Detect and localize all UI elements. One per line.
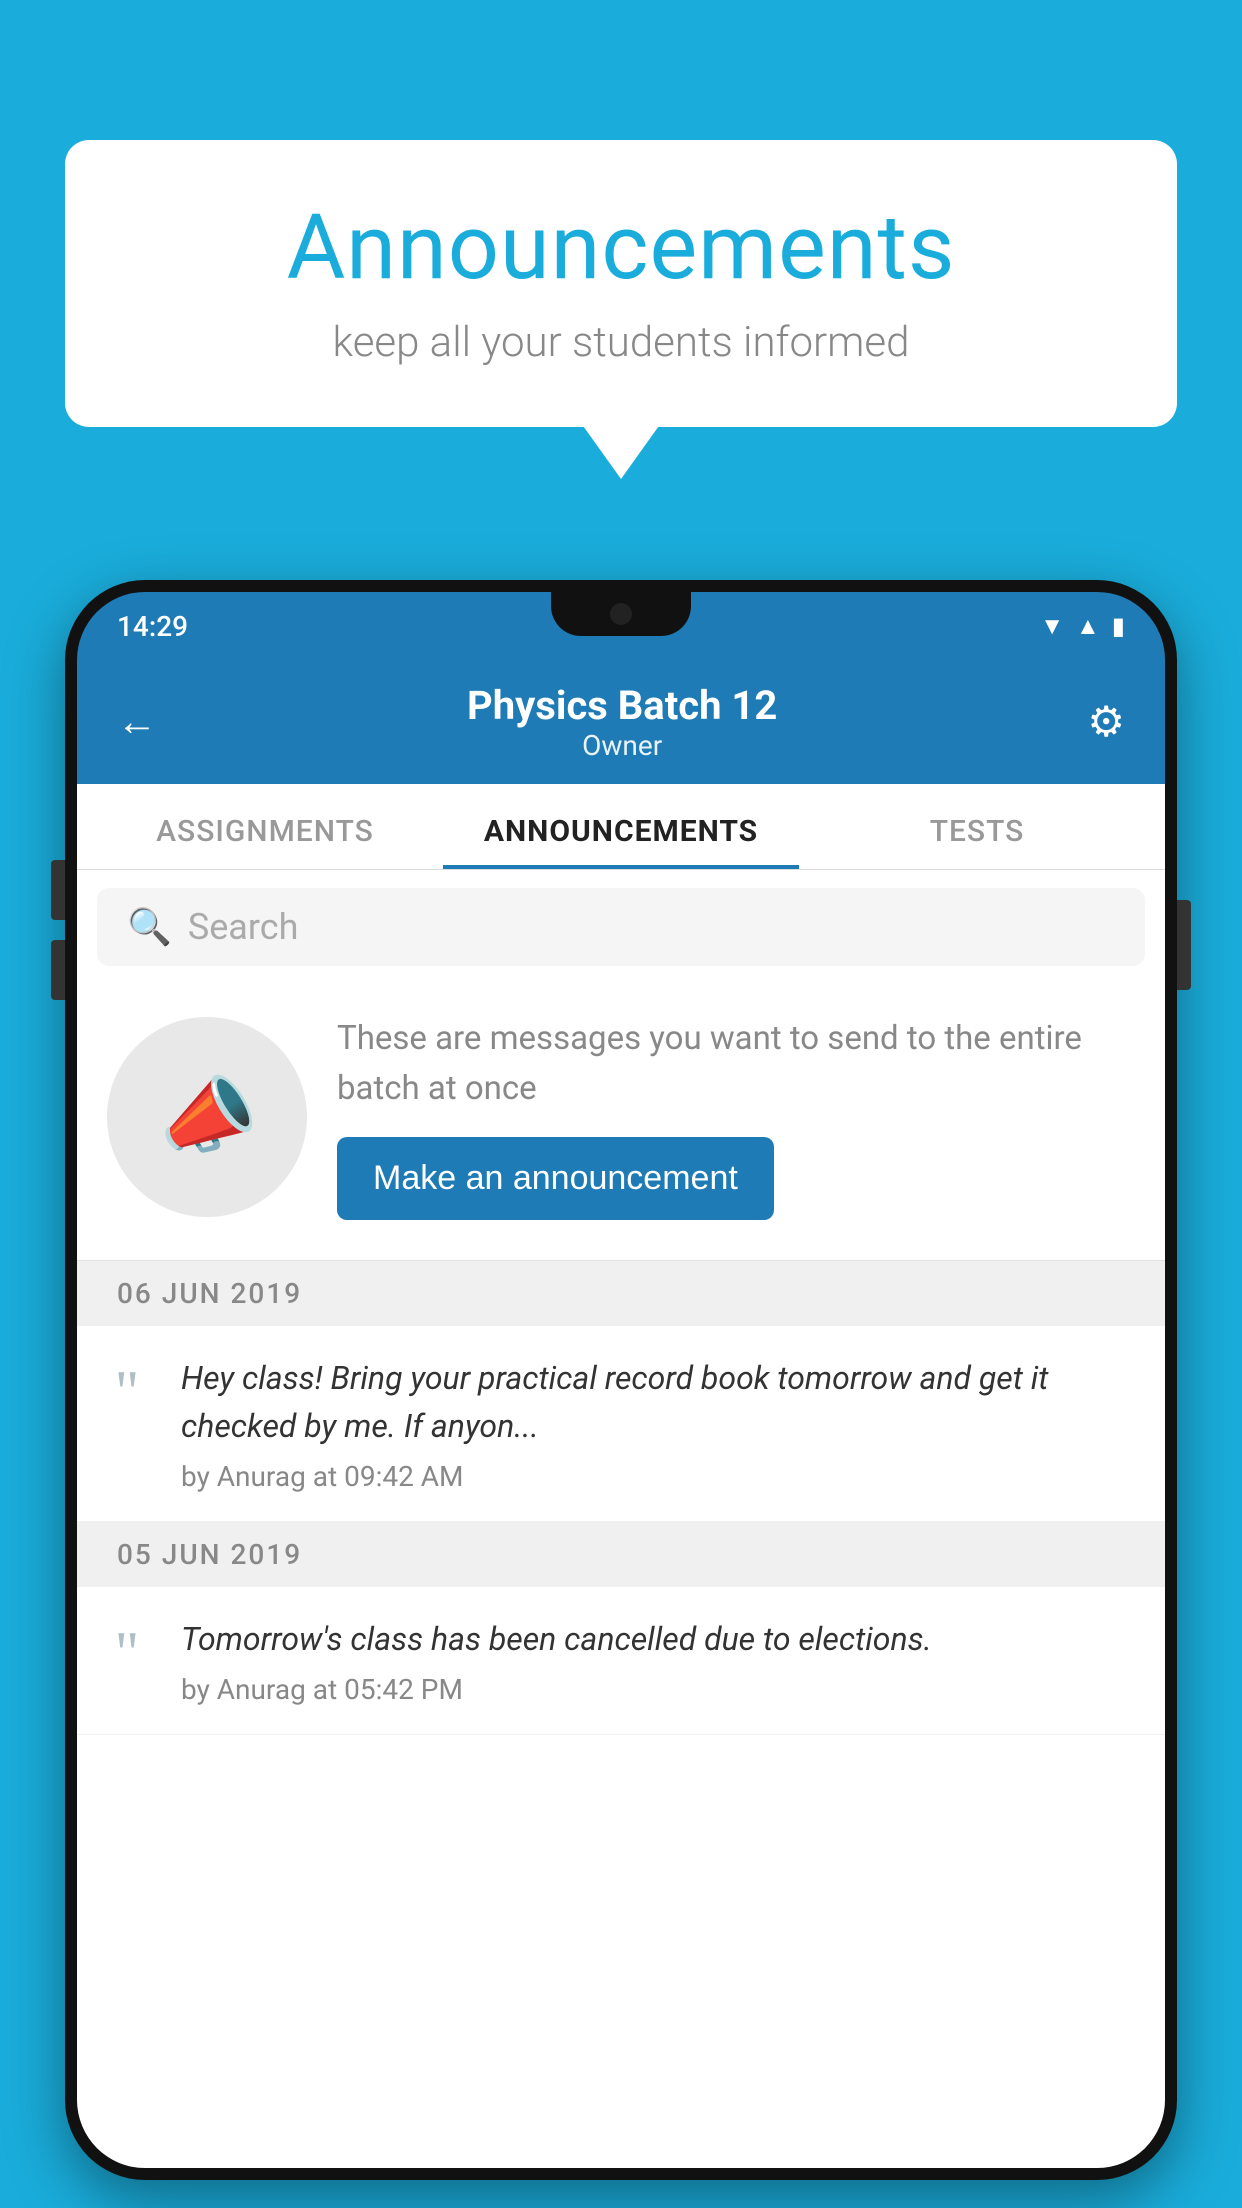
- search-bar[interactable]: 🔍 Search: [97, 888, 1145, 966]
- announcement-right: These are messages you want to send to t…: [337, 1014, 1135, 1220]
- quote-icon-2: ": [97, 1623, 157, 1683]
- announcement-byline-1: by Anurag at 09:42 AM: [181, 1460, 1135, 1493]
- batch-name: Physics Batch 12: [157, 682, 1087, 729]
- phone-screen: ← Physics Batch 12 Owner ⚙ ASSIGNMENTS A…: [77, 660, 1165, 2168]
- phone-container: 14:29 ▼ ▲ ▮ ← Physics Batch 12 Owner: [65, 580, 1177, 2208]
- megaphone-circle: 📣: [107, 1017, 307, 1217]
- announcement-item-1: " Hey class! Bring your practical record…: [77, 1326, 1165, 1522]
- volume-up-button: [51, 860, 65, 920]
- announcement-byline-2: by Anurag at 05:42 PM: [181, 1673, 1135, 1706]
- announcement-message-2: Tomorrow's class has been cancelled due …: [181, 1615, 1135, 1663]
- status-time: 14:29: [117, 610, 188, 643]
- announcement-description: These are messages you want to send to t…: [337, 1014, 1135, 1113]
- back-button[interactable]: ←: [117, 702, 157, 742]
- signal-icon: ▲: [1076, 612, 1100, 641]
- speech-bubble-container: Announcements keep all your students inf…: [65, 140, 1177, 427]
- announcement-text-block-2: Tomorrow's class has been cancelled due …: [181, 1615, 1135, 1706]
- camera-dot: [610, 603, 632, 625]
- announcement-message-1: Hey class! Bring your practical record b…: [181, 1354, 1135, 1450]
- power-button: [1177, 900, 1191, 990]
- settings-icon[interactable]: ⚙: [1087, 697, 1125, 747]
- make-announcement-button[interactable]: Make an announcement: [337, 1137, 774, 1220]
- status-icons: ▼ ▲ ▮: [1040, 612, 1125, 641]
- announcement-prompt: 📣 These are messages you want to send to…: [77, 984, 1165, 1261]
- notch: [551, 592, 691, 636]
- tab-assignments[interactable]: ASSIGNMENTS: [87, 784, 443, 869]
- search-input[interactable]: Search: [188, 906, 299, 948]
- screen-content: ← Physics Batch 12 Owner ⚙ ASSIGNMENTS A…: [77, 660, 1165, 2168]
- tab-tests[interactable]: TESTS: [799, 784, 1155, 869]
- announcements-title: Announcements: [125, 195, 1117, 300]
- speech-bubble: Announcements keep all your students inf…: [65, 140, 1177, 427]
- volume-down-button: [51, 940, 65, 1000]
- date-separator-2: 05 JUN 2019: [77, 1522, 1165, 1587]
- tab-announcements[interactable]: ANNOUNCEMENTS: [443, 784, 799, 869]
- announcements-subtitle: keep all your students informed: [125, 318, 1117, 367]
- user-role: Owner: [157, 729, 1087, 762]
- header-title-block: Physics Batch 12 Owner: [157, 682, 1087, 762]
- search-bar-container: 🔍 Search: [77, 870, 1165, 984]
- megaphone-icon: 📣: [150, 1062, 264, 1172]
- app-header: ← Physics Batch 12 Owner ⚙: [77, 660, 1165, 784]
- wifi-icon: ▼: [1040, 612, 1064, 641]
- search-icon: 🔍: [127, 906, 172, 948]
- battery-icon: ▮: [1112, 612, 1125, 640]
- date-separator-1: 06 JUN 2019: [77, 1261, 1165, 1326]
- tabs-bar: ASSIGNMENTS ANNOUNCEMENTS TESTS: [77, 784, 1165, 870]
- status-bar: 14:29 ▼ ▲ ▮: [77, 592, 1165, 660]
- announcement-text-block-1: Hey class! Bring your practical record b…: [181, 1354, 1135, 1493]
- announcement-item-2: " Tomorrow's class has been cancelled du…: [77, 1587, 1165, 1735]
- quote-icon-1: ": [97, 1362, 157, 1422]
- phone-frame: 14:29 ▼ ▲ ▮ ← Physics Batch 12 Owner: [65, 580, 1177, 2180]
